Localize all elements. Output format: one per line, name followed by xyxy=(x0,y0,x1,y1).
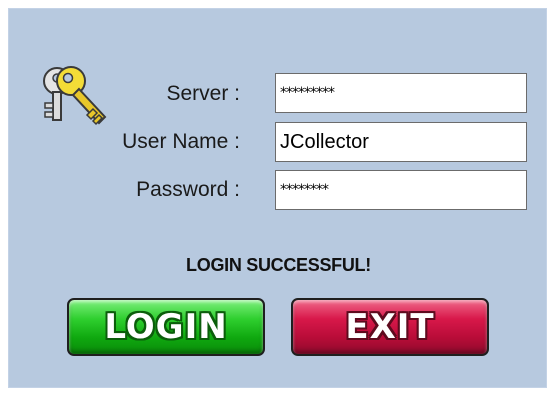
exit-button[interactable]: EXIT xyxy=(291,298,489,356)
password-label: Password : xyxy=(136,178,240,201)
server-label: Server : xyxy=(166,82,240,105)
login-status-message: LOGIN SUCCESSFUL! xyxy=(186,255,371,275)
username-field[interactable] xyxy=(275,122,527,162)
username-label: User Name : xyxy=(122,130,240,153)
server-field[interactable] xyxy=(275,73,527,113)
login-panel: Server : User Name : Password : LOGIN SU… xyxy=(8,8,547,388)
keys-icon xyxy=(43,66,107,126)
password-field[interactable] xyxy=(275,170,527,210)
login-button[interactable]: LOGIN xyxy=(67,298,265,356)
